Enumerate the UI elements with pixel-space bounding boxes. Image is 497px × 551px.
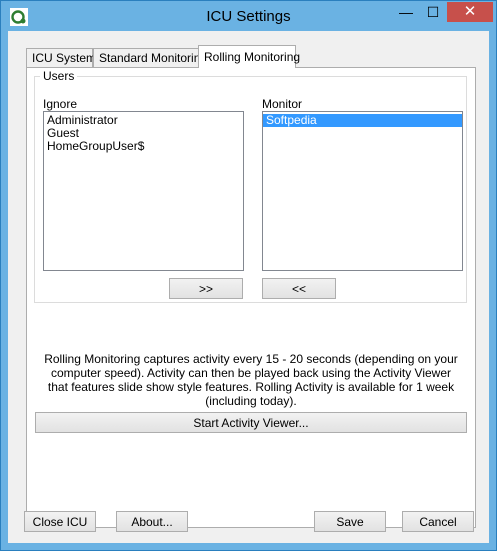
list-item[interactable]: HomeGroupUser$ [44, 140, 243, 153]
close-window-button[interactable]: ✕ [447, 2, 493, 22]
move-to-monitor-button[interactable]: >> [169, 278, 243, 299]
list-item[interactable]: Softpedia [263, 114, 462, 127]
rolling-monitoring-description: Rolling Monitoring captures activity eve… [44, 352, 458, 408]
monitor-label: Monitor [262, 97, 303, 111]
monitor-listbox[interactable]: Softpedia [262, 111, 463, 271]
tab-standard-monitoring[interactable]: Standard Monitoring [93, 48, 207, 67]
move-to-ignore-button[interactable]: << [262, 278, 336, 299]
start-activity-viewer-button[interactable]: Start Activity Viewer... [35, 412, 467, 433]
save-button[interactable]: Save [314, 511, 386, 532]
cancel-button[interactable]: Cancel [402, 511, 474, 532]
rolling-monitoring-panel: Users Ignore Monitor Administrator Guest… [26, 67, 476, 528]
tab-icu-system[interactable]: ICU System [26, 48, 96, 67]
maximize-button[interactable]: ☐ [420, 2, 446, 22]
ignore-listbox[interactable]: Administrator Guest HomeGroupUser$ [43, 111, 244, 271]
dialog-client: ICU System Standard Monitoring Rolling M… [8, 31, 489, 543]
close-icu-button[interactable]: Close ICU [24, 511, 96, 532]
ignore-label: Ignore [43, 97, 78, 111]
minimize-button[interactable]: — [393, 2, 419, 22]
users-group-label: Users [40, 69, 78, 83]
users-groupbox: Users Ignore Monitor Administrator Guest… [34, 69, 467, 303]
tab-rolling-monitoring[interactable]: Rolling Monitoring [198, 45, 300, 68]
title-bar[interactable]: ICU Settings — ☐ ✕ [1, 1, 496, 31]
about-button[interactable]: About... [116, 511, 188, 532]
main-window: ICU Settings — ☐ ✕ ICU System Standard M… [0, 0, 497, 551]
